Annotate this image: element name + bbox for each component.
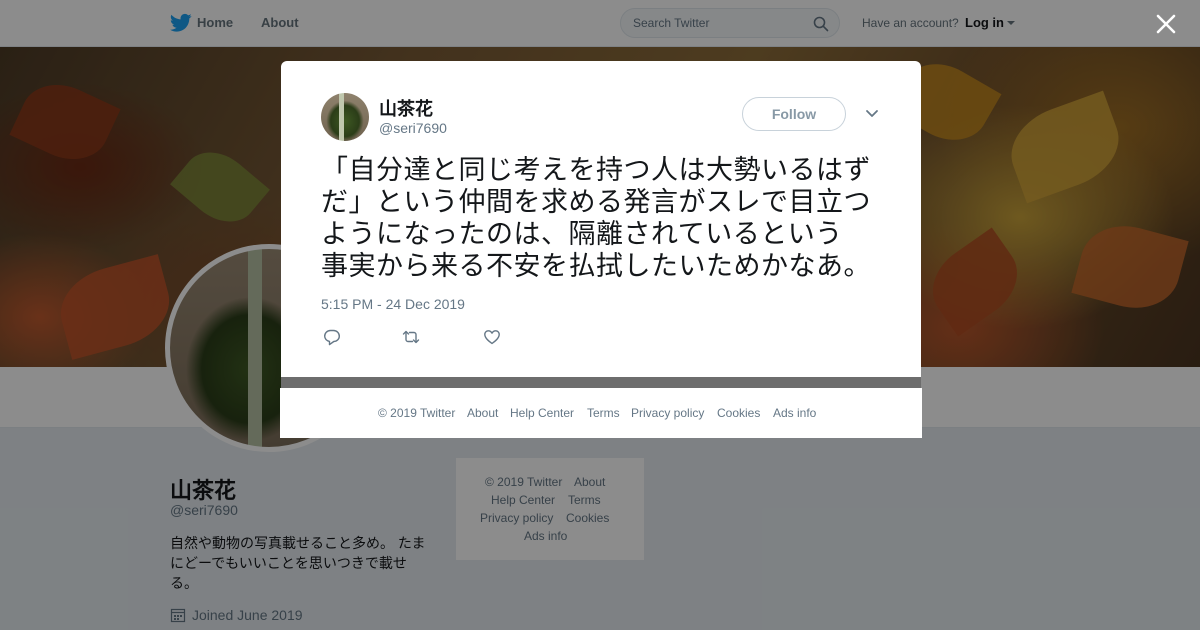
footer-about-link[interactable]: About (467, 406, 498, 420)
modal-divider (281, 377, 921, 388)
footer-ads-link[interactable]: Ads info (773, 406, 816, 420)
tweet-text: 「自分達と同じ考えを持つ人は大勢いるはず だ」という仲間を求める発言がスレで目立… (321, 154, 891, 282)
tweet-text-line: 事実から来る不安を払拭したいためかなあ。 (321, 251, 871, 281)
chevron-down-icon[interactable] (865, 109, 879, 119)
footer-help-link[interactable]: Help Center (510, 406, 574, 420)
retweet-icon[interactable] (402, 328, 420, 346)
tweet-text-line: だ」という仲間を求める発言がスレで目立つ (321, 187, 871, 217)
tweet-author-avatar[interactable] (321, 93, 369, 141)
reply-icon[interactable] (323, 328, 341, 346)
like-icon[interactable] (483, 328, 501, 346)
close-icon[interactable] (1154, 12, 1178, 36)
footer-terms-link[interactable]: Terms (587, 406, 620, 420)
footer-copyright: © 2019 Twitter (378, 406, 456, 420)
follow-button[interactable]: Follow (742, 97, 846, 131)
tweet-author-handle[interactable]: @seri7690 (379, 120, 447, 136)
footer-privacy-link[interactable]: Privacy policy (631, 406, 704, 420)
tweet-timestamp[interactable]: 5:15 PM - 24 Dec 2019 (321, 296, 465, 312)
tweet-modal: 山茶花 @seri7690 Follow 「自分達と同じ考えを持つ人は大勢いるは… (281, 61, 921, 377)
tweet-author-name[interactable]: 山茶花 (379, 95, 433, 121)
tweet-text-line: 「自分達と同じ考えを持つ人は大勢いるはず (321, 155, 871, 185)
modal-footer: © 2019 Twitter About Help Center Terms P… (280, 388, 922, 438)
tweet-text-line: ようになったのは、隔離されているという (321, 219, 843, 249)
footer-cookies-link[interactable]: Cookies (717, 406, 760, 420)
